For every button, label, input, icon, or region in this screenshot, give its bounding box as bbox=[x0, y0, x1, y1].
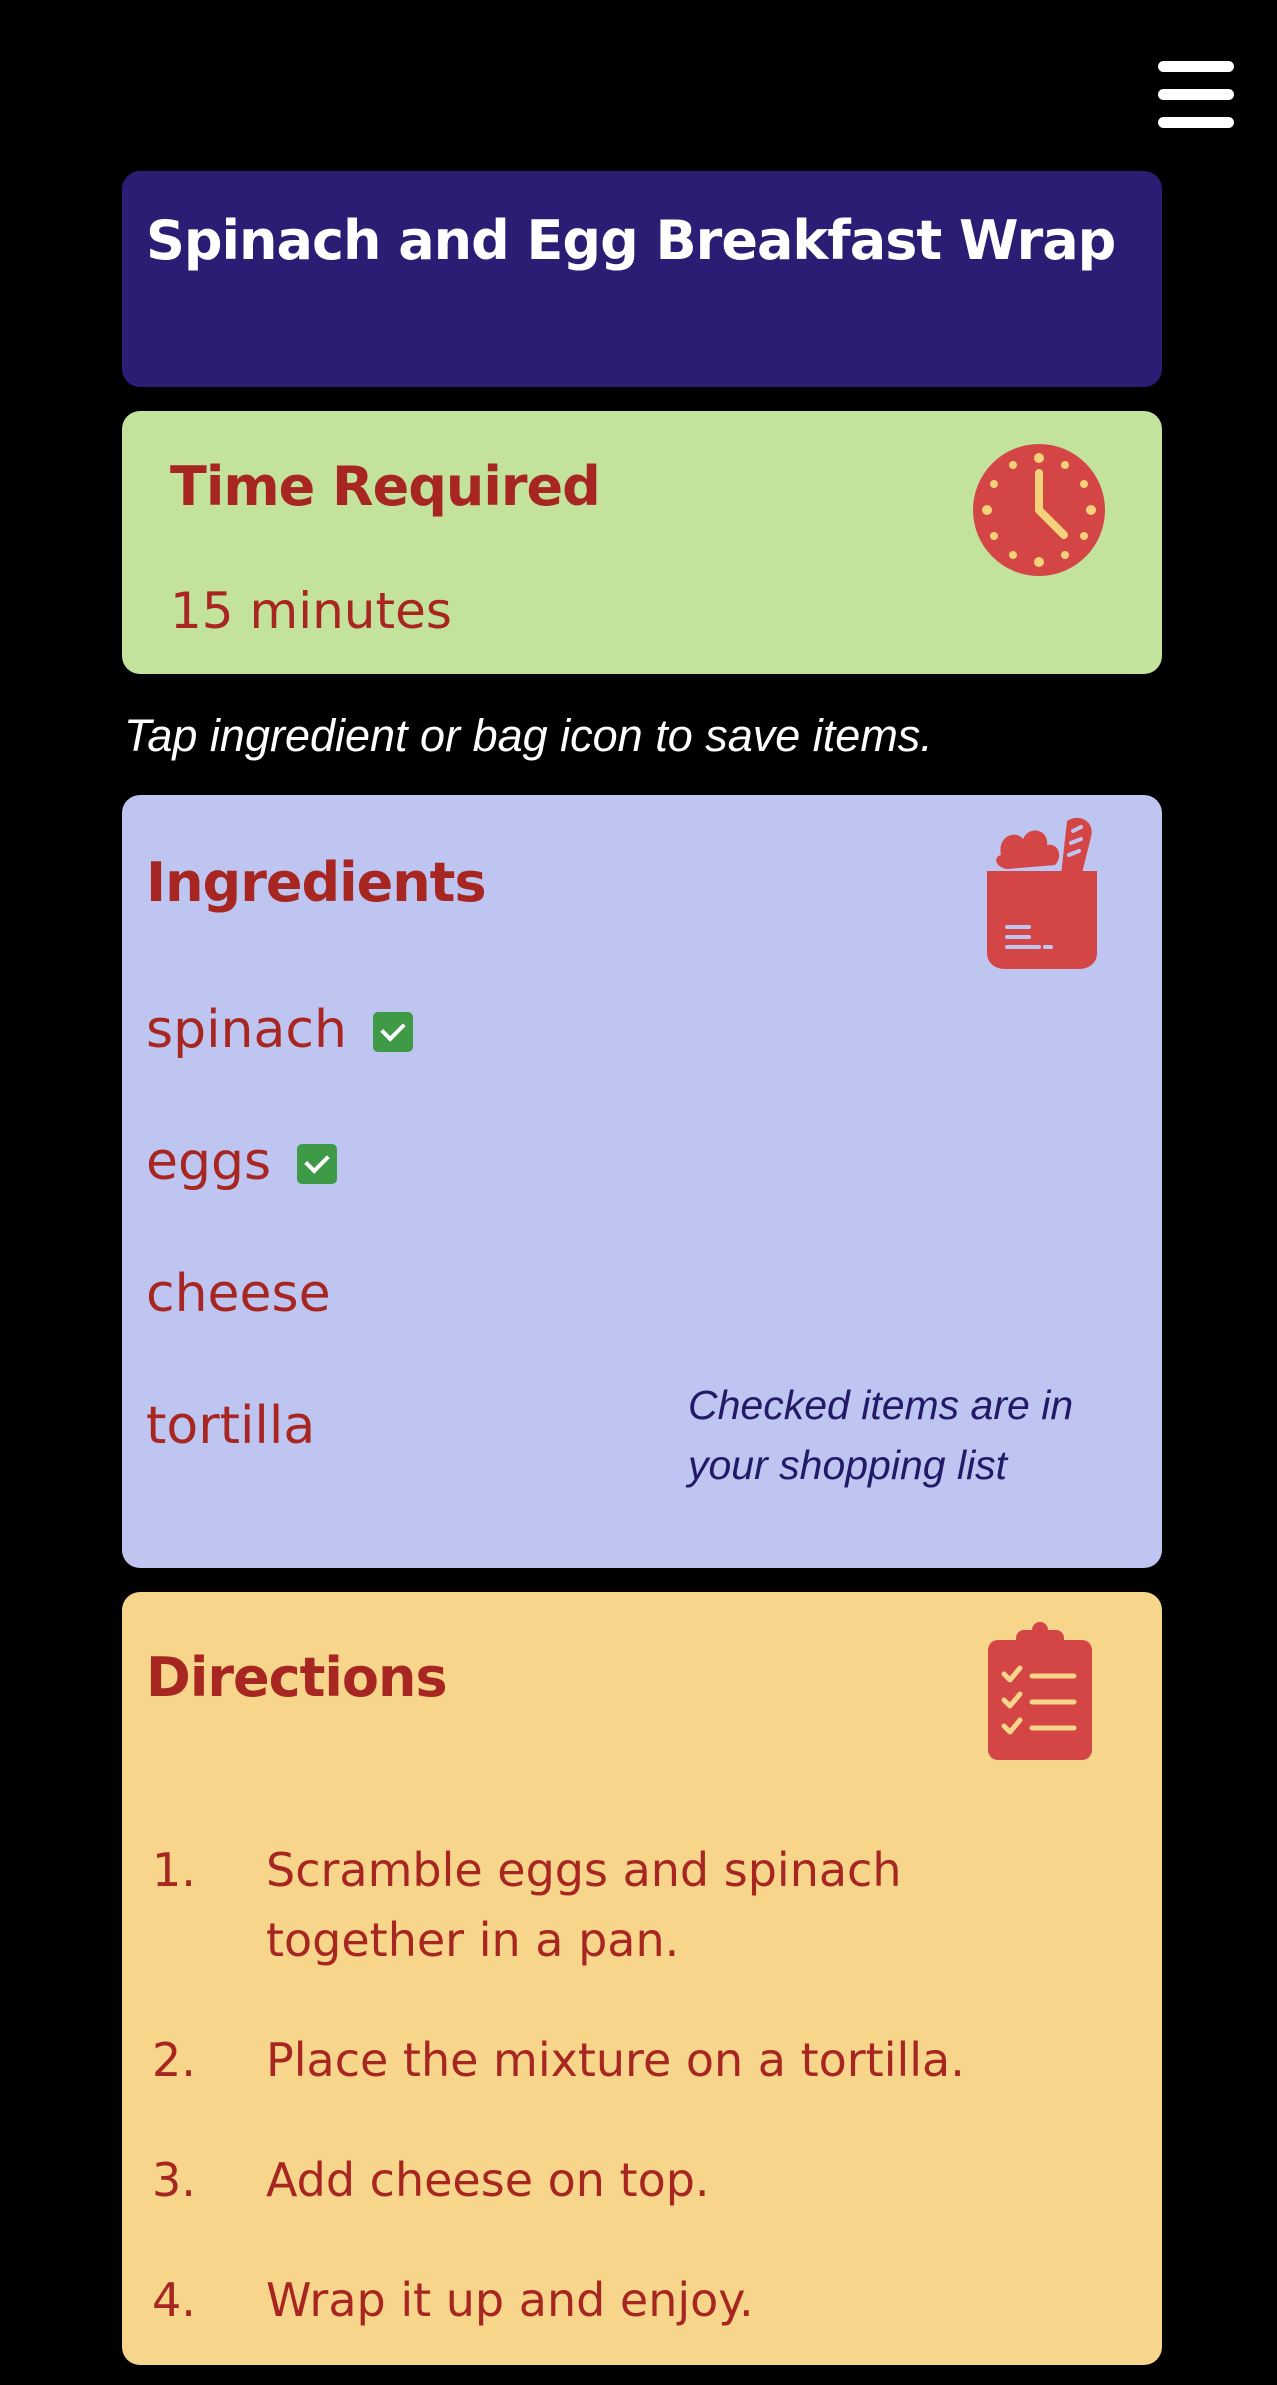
hamburger-menu-icon[interactable] bbox=[1156, 56, 1236, 132]
direction-step: 3. Add cheese on top. bbox=[122, 2145, 1162, 2215]
ingredient-item-cheese[interactable]: cheese bbox=[146, 1259, 413, 1391]
checkmark-icon bbox=[297, 1144, 338, 1184]
checkmark-icon bbox=[372, 1012, 413, 1052]
shopping-list-note: Checked items are in your shopping list bbox=[688, 1382, 1074, 1488]
step-number: 1. bbox=[152, 1843, 196, 1897]
save-hint: Tap ingredient or bag icon to save items… bbox=[124, 710, 933, 761]
recipe-title: Spinach and Egg Breakfast Wrap bbox=[146, 209, 1116, 272]
ingredient-item-tortilla[interactable]: tortilla bbox=[146, 1391, 413, 1523]
directions-card: Directions 1. Scramble eggs and spinach … bbox=[122, 1592, 1162, 2365]
step-number: 3. bbox=[152, 2153, 196, 2207]
step-text: Scramble eggs and spinach together in a … bbox=[266, 1843, 902, 1967]
clock-icon bbox=[973, 444, 1105, 576]
directions-list: 1. Scramble eggs and spinach together in… bbox=[122, 1835, 1162, 2385]
step-text: Place the mixture on a tortilla. bbox=[266, 2033, 965, 2087]
step-text: Wrap it up and enjoy. bbox=[266, 2273, 754, 2327]
ingredient-name: spinach bbox=[146, 1000, 347, 1060]
ingredients-heading: Ingredients bbox=[146, 851, 487, 914]
ingredient-item-eggs[interactable]: eggs bbox=[146, 1127, 413, 1259]
ingredient-list: spinach eggs cheese tortilla bbox=[146, 995, 413, 1523]
clipboard-checklist-icon bbox=[988, 1622, 1092, 1760]
time-value: 15 minutes bbox=[170, 582, 452, 640]
step-text: Add cheese on top. bbox=[266, 2153, 710, 2207]
shopping-bag-icon[interactable] bbox=[977, 815, 1107, 970]
directions-heading: Directions bbox=[146, 1646, 448, 1709]
direction-step: 1. Scramble eggs and spinach together in… bbox=[122, 1835, 1162, 1975]
time-required-card: Time Required 15 minutes bbox=[122, 411, 1162, 674]
step-number: 2. bbox=[152, 2033, 196, 2087]
ingredient-name: tortilla bbox=[146, 1396, 316, 1456]
menu-bar bbox=[1158, 89, 1234, 100]
ingredients-card: Ingredients spinach eggs cheese tortilla… bbox=[122, 795, 1162, 1568]
recipe-title-card: Spinach and Egg Breakfast Wrap bbox=[122, 171, 1162, 387]
direction-step: 2. Place the mixture on a tortilla. bbox=[122, 2025, 1162, 2095]
ingredient-name: cheese bbox=[146, 1264, 331, 1324]
menu-bar bbox=[1158, 117, 1234, 128]
step-number: 4. bbox=[152, 2273, 196, 2327]
ingredient-name: eggs bbox=[146, 1132, 272, 1192]
ingredient-item-spinach[interactable]: spinach bbox=[146, 995, 413, 1127]
time-heading: Time Required bbox=[170, 455, 601, 518]
direction-step: 4. Wrap it up and enjoy. bbox=[122, 2265, 1162, 2335]
menu-bar bbox=[1158, 61, 1234, 72]
